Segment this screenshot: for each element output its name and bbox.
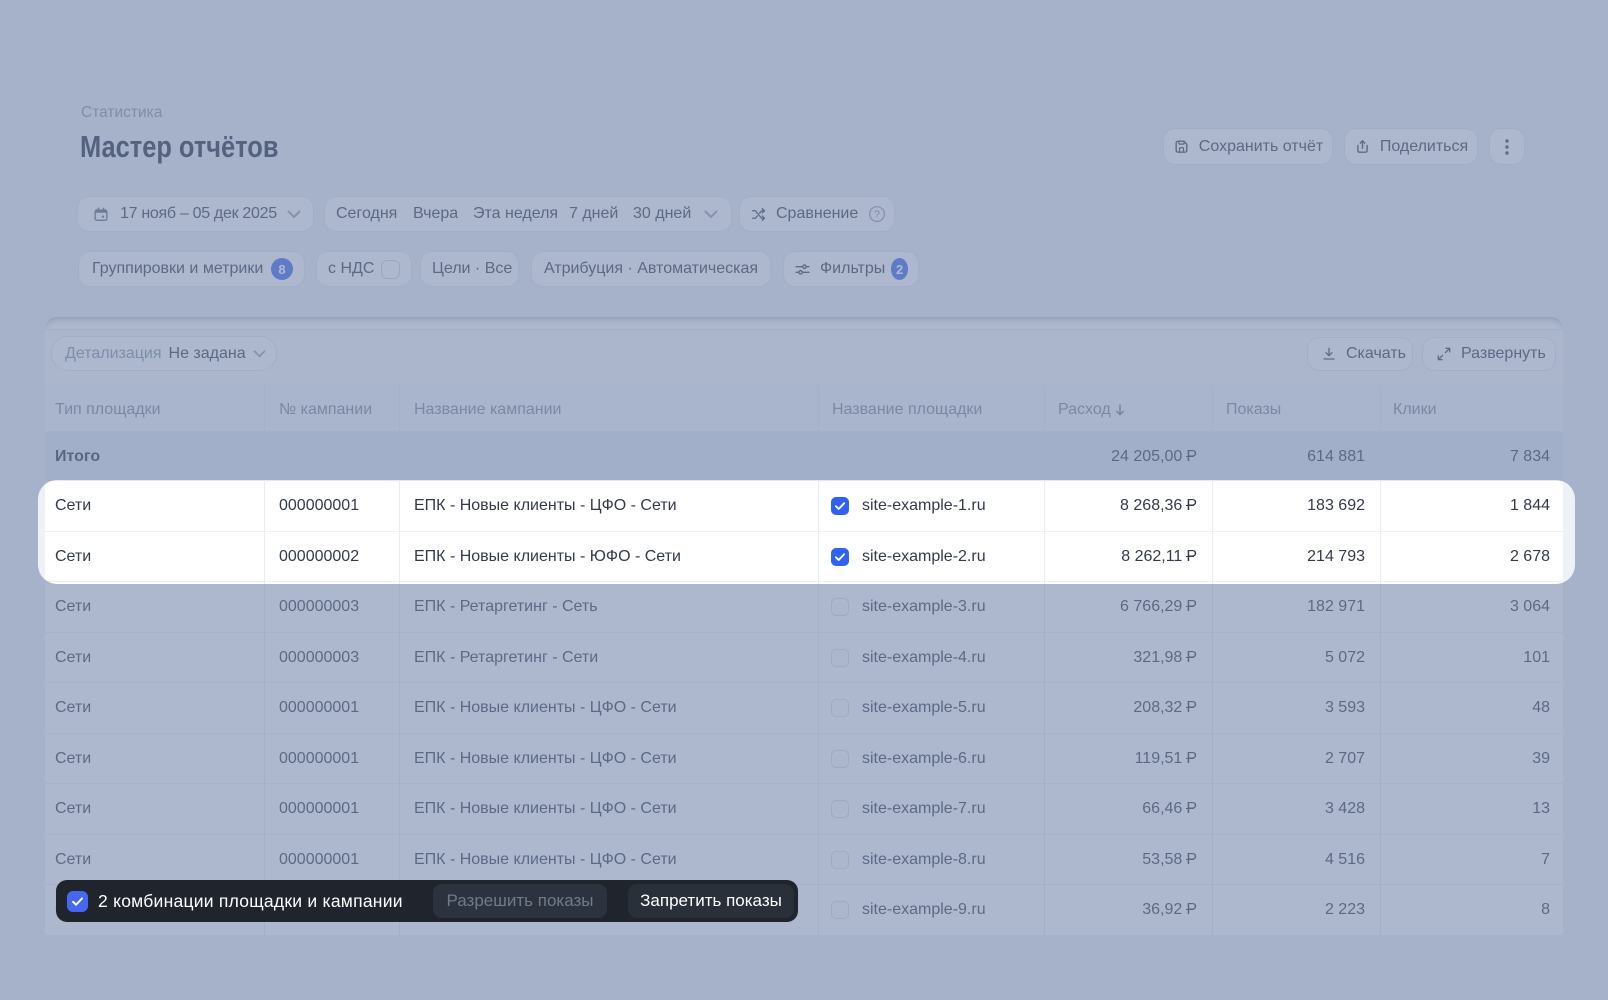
svg-text:?: ? (874, 210, 880, 221)
